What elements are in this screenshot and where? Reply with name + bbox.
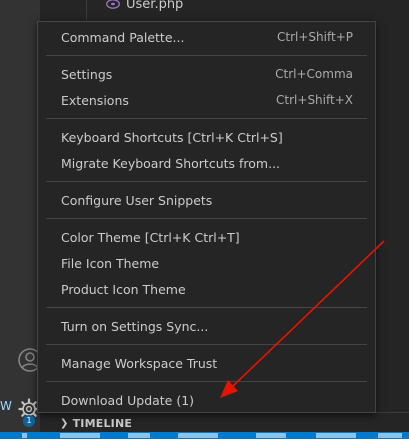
menu-item-label: Manage Workspace Trust [61, 355, 218, 371]
status-item[interactable] [178, 433, 218, 438]
menu-item-label: Settings [61, 66, 113, 82]
menu-item-label: Download Update (1) [61, 392, 195, 408]
menu-item-label: Configure User Snippets [61, 192, 213, 208]
menu-item-settings[interactable]: Settings Ctrl+Comma [38, 61, 375, 87]
status-item[interactable] [60, 433, 100, 438]
menu-item-download-update-1[interactable]: Download Update (1) [38, 387, 375, 413]
menu-item-label: File Icon Theme [61, 255, 160, 271]
menu-item-turn-on-settings-sync[interactable]: Turn on Settings Sync... [38, 313, 375, 339]
php-file-icon [106, 0, 120, 11]
timeline-section-header[interactable]: ❯ TIMELINE [40, 412, 409, 434]
timeline-label: TIMELINE [72, 417, 133, 430]
editor-text-fragment: W [0, 399, 12, 413]
file-tree-item[interactable]: User.php [106, 0, 183, 14]
menu-item-label: Color Theme [Ctrl+K Ctrl+T] [61, 229, 240, 245]
status-bar [0, 432, 409, 439]
manage-context-menu: Command Palette... Ctrl+Shift+P Settings Ct… [37, 21, 376, 413]
menu-item-file-icon-theme[interactable]: File Icon Theme [38, 250, 375, 276]
vscode-window: User.php W 1 ❯ TIMELINE Command Palette.… [0, 0, 409, 439]
file-name-label: User.php [126, 0, 184, 12]
menu-item-keyboard-shortcuts[interactable]: Keyboard Shortcuts [Ctrl+K Ctrl+S] [38, 124, 375, 150]
menu-separator [46, 55, 367, 56]
menu-item-shortcut: Ctrl+Comma [275, 67, 353, 81]
menu-item-label: Command Palette... [61, 29, 185, 45]
menu-separator [46, 118, 367, 119]
menu-separator [46, 381, 367, 382]
status-item[interactable] [128, 433, 150, 438]
menu-item-configure-user-snippets[interactable]: Configure User Snippets [38, 187, 375, 213]
status-item[interactable] [22, 433, 27, 438]
status-item[interactable] [316, 433, 356, 438]
tree-indent-guide [86, 0, 87, 20]
status-item[interactable] [378, 433, 402, 438]
menu-item-label: Migrate Keyboard Shortcuts from... [61, 155, 281, 171]
menu-separator [46, 344, 367, 345]
menu-separator [46, 181, 367, 182]
menu-item-shortcut: Ctrl+Shift+P [277, 30, 353, 44]
menu-item-extensions[interactable]: Extensions Ctrl+Shift+X [38, 87, 375, 113]
menu-item-label: Extensions [61, 92, 129, 108]
menu-item-shortcut: Ctrl+Shift+X [276, 93, 353, 107]
menu-item-label: Product Icon Theme [61, 281, 186, 297]
menu-item-label: Turn on Settings Sync... [61, 318, 209, 334]
menu-separator [46, 307, 367, 308]
chevron-right-icon: ❯ [60, 418, 69, 429]
menu-item-color-theme[interactable]: Color Theme [Ctrl+K Ctrl+T] [38, 224, 375, 250]
update-count-badge: 1 [23, 415, 35, 427]
menu-item-product-icon-theme[interactable]: Product Icon Theme [38, 276, 375, 302]
menu-item-migrate-keyboard-shortcuts-from[interactable]: Migrate Keyboard Shortcuts from... [38, 150, 375, 176]
status-item[interactable] [256, 433, 286, 438]
menu-separator [46, 218, 367, 219]
menu-item-label: Keyboard Shortcuts [Ctrl+K Ctrl+S] [61, 129, 283, 145]
menu-item-manage-workspace-trust[interactable]: Manage Workspace Trust [38, 350, 375, 376]
menu-item-command-palette[interactable]: Command Palette... Ctrl+Shift+P [38, 24, 375, 50]
